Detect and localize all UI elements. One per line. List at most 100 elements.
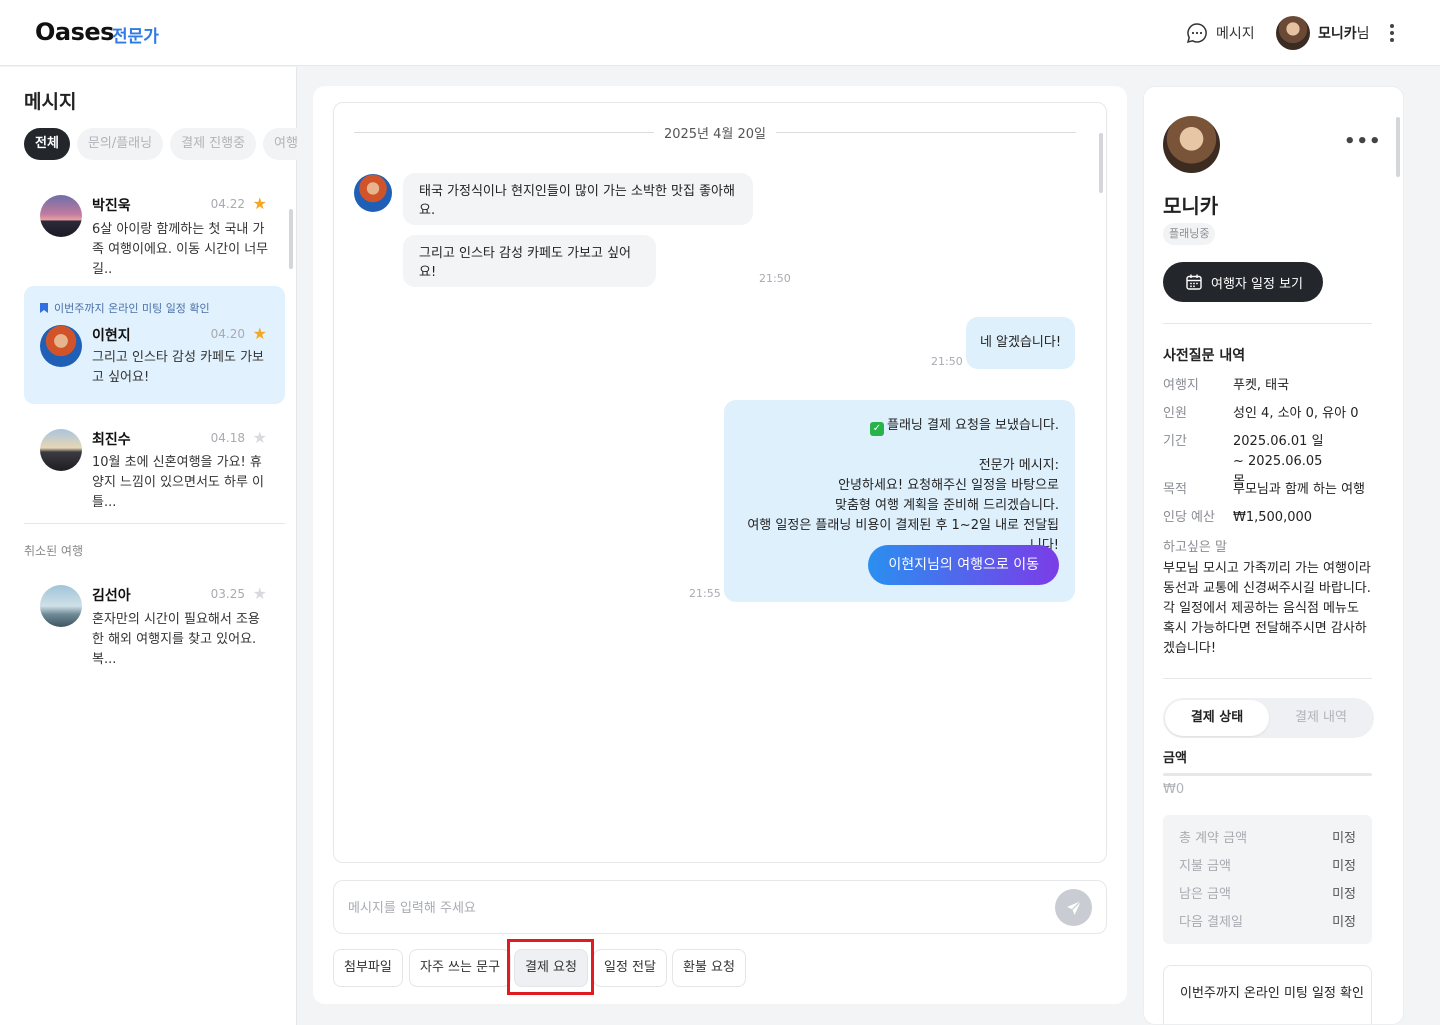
- chat-panel: 2025년 4월 20일 태국 가정식이나 현지인들이 많이 가는 소박한 맛집…: [313, 86, 1127, 1004]
- checkmark-icon: ✓: [869, 422, 884, 436]
- amount-progress-bar: [1163, 773, 1372, 776]
- info-row: 기간 2025.06.01 일 ~ 2025.06.05 목: [1163, 434, 1324, 489]
- conversation-name: 박진욱: [92, 198, 131, 214]
- user-name: 모니카님: [1318, 26, 1370, 42]
- star-icon[interactable]: ★: [253, 324, 267, 343]
- expert-message-label: 전문가 메시지:: [978, 458, 1059, 473]
- info-row: 인원 성인 4, 소아 0, 유아 0: [1163, 406, 1359, 421]
- sidebar-scrollbar[interactable]: [289, 209, 293, 269]
- payment-request-title: 플래닝 결제 요청을 보냈습니다.: [886, 418, 1059, 433]
- logo-subtitle: 전문가: [112, 27, 159, 47]
- conversation-preview: 혼자만의 시간이 필요해서 조용한 해외 여행지를 찾고 있어요. 복...: [92, 612, 260, 667]
- status-badge: 플래닝중: [1163, 223, 1216, 245]
- message-time: 21:55: [689, 587, 721, 600]
- date-divider-text: 2025년 4월 20일: [653, 127, 777, 142]
- sidebar-title: 메시지: [24, 91, 77, 113]
- message-time: 21:50: [931, 355, 963, 368]
- info-row: 인당 예산 ₩1,500,000: [1163, 510, 1313, 525]
- divider: [24, 523, 285, 524]
- chat-scrollbar[interactable]: [1099, 133, 1103, 193]
- send-button[interactable]: [1055, 889, 1092, 926]
- header-messages-link[interactable]: 메시지: [1186, 22, 1255, 44]
- traveler-profile-panel: ••• 모니카 플래닝중 여행자 일정 보기 사전질문 내역 여행지 푸켓, 태국…: [1143, 86, 1404, 1025]
- outgoing-message: 네 알겠습니다!: [966, 317, 1075, 369]
- conversation-preview: 그리고 인스타 감성 카페도 가보고 싶어요!: [92, 350, 265, 385]
- message-input[interactable]: [348, 895, 1028, 921]
- filter-chips: 전체문의/플래닝결제 진행중여행중: [24, 128, 297, 160]
- panel-scrollbar[interactable]: [1396, 117, 1400, 177]
- conversation-name: 김선아: [92, 588, 131, 604]
- avatar: [40, 325, 82, 367]
- bookmark-icon: [40, 303, 48, 313]
- message-composer: [333, 880, 1107, 934]
- user-menu[interactable]: 모니카님: [1276, 16, 1370, 50]
- view-schedule-label: 여행자 일정 보기: [1211, 276, 1303, 292]
- payment-request-message: ✓ 플래닝 결제 요청을 보냈습니다. 전문가 메시지: 안녕하세요! 요청해주신…: [724, 400, 1075, 602]
- refund-request-button[interactable]: 환불 요청: [672, 949, 746, 987]
- traveler-name: 모니카: [1163, 194, 1219, 218]
- send-schedule-button[interactable]: 일정 전달: [593, 949, 667, 987]
- conversation-item-cancelled[interactable]: 김선아 03.25 ★ 혼자만의 시간이 필요해서 조용한 해외 여행지를 찾고…: [24, 567, 285, 667]
- attach-file-button[interactable]: 첨부파일: [333, 949, 403, 987]
- expert-message-line: 맞춤형 여행 계획을 준비해 드리겠습니다.: [835, 498, 1059, 513]
- pinned-note: 이번주까지 온라인 미팅 일정 확인: [40, 300, 210, 316]
- tab-payment-history[interactable]: 결제 내역: [1269, 700, 1373, 736]
- filter-traveling[interactable]: 여행중: [263, 128, 297, 160]
- top-header: Oases 전문가 메시지 모니카님: [0, 0, 1440, 66]
- logo[interactable]: Oases: [35, 18, 114, 46]
- payment-tabs: 결제 상태 결제 내역: [1163, 698, 1374, 738]
- incoming-message: 태국 가정식이나 현지인들이 많이 가는 소박한 맛집 좋아해요.: [403, 173, 753, 225]
- info-row: 목적 부모님과 함께 하는 여행: [1163, 482, 1365, 497]
- conversation-item[interactable]: 최진수 04.18 ★ 10월 초에 신혼여행을 가요! 휴양지 느낌이 있으면…: [24, 411, 285, 511]
- view-schedule-button[interactable]: 여행자 일정 보기: [1163, 262, 1323, 302]
- conversation-date: 04.18: [210, 431, 245, 445]
- conversation-name: 이현지: [92, 328, 131, 344]
- avatar: [1276, 16, 1310, 50]
- conversation-date: 04.22: [210, 197, 245, 211]
- conversation-preview: 10월 초에 신혼여행을 가요! 휴양지 느낌이 있으면서도 하루 이틀...: [92, 455, 265, 510]
- star-icon[interactable]: ★: [253, 194, 267, 213]
- calendar-icon: [1186, 274, 1202, 290]
- star-icon[interactable]: ★: [253, 584, 267, 603]
- send-icon: [1066, 900, 1081, 915]
- frequent-phrases-button[interactable]: 자주 쓰는 문구: [409, 949, 512, 987]
- cancelled-section-title: 취소된 여행: [24, 544, 84, 558]
- amount-label: 금액: [1163, 751, 1187, 766]
- go-to-trip-button[interactable]: 이현지님의 여행으로 이동: [868, 545, 1059, 585]
- tab-payment-status[interactable]: 결제 상태: [1165, 700, 1269, 736]
- star-icon[interactable]: ★: [253, 428, 267, 447]
- avatar: [1163, 116, 1220, 173]
- more-vertical-icon[interactable]: [1384, 22, 1400, 44]
- conversation-date: 03.25: [210, 587, 245, 601]
- divider: [1163, 323, 1372, 324]
- avatar: [40, 429, 82, 471]
- filter-all[interactable]: 전체: [24, 128, 70, 160]
- chat-bubble-icon: [1186, 23, 1207, 44]
- filter-payment-in-progress[interactable]: 결제 진행중: [170, 128, 257, 160]
- amount-value: ₩0: [1163, 782, 1185, 797]
- conversation-item-selected[interactable]: 이번주까지 온라인 미팅 일정 확인 이현지 04.20 ★ 그리고 인스타 감…: [24, 286, 285, 404]
- conversation-date: 04.20: [210, 327, 245, 341]
- avatar: [354, 174, 392, 212]
- payment-summary: 총 계약 금액 미정 지불 금액 미정 남은 금액 미정 다음 결제일 미정: [1163, 815, 1372, 944]
- header-messages-label: 메시지: [1216, 26, 1255, 42]
- wish-text: 부모님 모시고 가족끼리 가는 여행이라 동선과 교통에 신경써주시길 바랍니다…: [1163, 561, 1371, 656]
- pre-question-title: 사전질문 내역: [1163, 348, 1246, 364]
- highlight-outline: [507, 939, 594, 995]
- memo-text: 이번주까지 온라인 미팅 일정 확인: [1180, 986, 1364, 1001]
- conversation-item[interactable]: 박진욱 04.22 ★ 6살 아이랑 함께하는 첫 국내 가족 여행이에요. 이…: [24, 176, 285, 277]
- conversation-name: 최진수: [92, 432, 131, 448]
- expert-message-line: 안녕하세요! 요청해주신 일정을 바탕으로: [838, 478, 1059, 493]
- memo-card[interactable]: 이번주까지 온라인 미팅 일정 확인: [1163, 965, 1372, 1024]
- avatar: [40, 585, 82, 627]
- avatar: [40, 195, 82, 237]
- info-row: 여행지 푸켓, 태국: [1163, 378, 1290, 393]
- message-time: 21:50: [759, 272, 791, 285]
- conversation-preview: 6살 아이랑 함께하는 첫 국내 가족 여행이에요. 이동 시간이 너무 길..: [92, 222, 269, 277]
- divider: [1163, 678, 1372, 679]
- filter-inquiry-planning[interactable]: 문의/플래닝: [76, 128, 164, 160]
- more-horizontal-icon[interactable]: •••: [1344, 131, 1382, 152]
- conversation-sidebar: 메시지 전체문의/플래닝결제 진행중여행중 박진욱 04.22 ★ 6살 아이랑…: [0, 67, 297, 1025]
- wish-label: 하고싶은 말: [1163, 540, 1227, 555]
- message-area: 2025년 4월 20일 태국 가정식이나 현지인들이 많이 가는 소박한 맛집…: [333, 102, 1107, 863]
